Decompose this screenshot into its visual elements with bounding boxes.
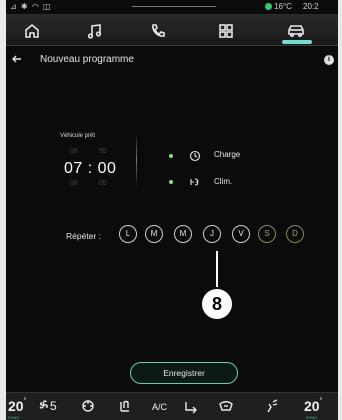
outside-temperature: 16°C: [274, 2, 292, 11]
selected-time[interactable]: 07 : 00: [64, 160, 116, 178]
defrost-icon[interactable]: [117, 398, 133, 416]
status-bar: ⊿ ✱ ◠ ◫ 16°C 20:2: [6, 0, 338, 14]
minute-above[interactable]: 55: [99, 148, 107, 155]
airflow-icon[interactable]: [264, 398, 280, 416]
ac-button[interactable]: A/C: [152, 402, 167, 420]
recirculation-icon[interactable]: [183, 398, 199, 416]
active-tab-indicator: [282, 40, 312, 44]
left-sync-label: SYNC: [8, 415, 20, 420]
fan-speed[interactable]: 5: [38, 399, 57, 417]
callout-line: [216, 251, 218, 287]
day-sunday[interactable]: D: [286, 225, 304, 243]
screen: ⊿ ✱ ◠ ◫ 16°C 20:2 Nouveau programme i Vé…: [6, 0, 338, 420]
apps-icon[interactable]: [206, 20, 246, 42]
signal-icons: ⊿ ✱ ◠ ◫: [10, 2, 52, 11]
windshield-icon[interactable]: [218, 398, 234, 416]
page-title: Nouveau programme: [40, 54, 134, 65]
seat-heat-icon[interactable]: [80, 398, 96, 416]
vehicle-ready-label: Véhicule prêt: [60, 133, 96, 139]
left-temp-value: 20: [8, 398, 24, 414]
phone-icon[interactable]: [138, 20, 178, 42]
climate-active-dot: [169, 180, 173, 184]
charge-active-dot: [169, 154, 173, 158]
back-arrow-icon[interactable]: [10, 52, 24, 66]
home-icon[interactable]: [12, 20, 52, 42]
vertical-divider: [136, 132, 137, 188]
clock-time: 20:2: [303, 2, 319, 11]
fan-level: 5: [50, 399, 57, 413]
right-sync-label: SYNC: [306, 415, 318, 420]
climate-option-label[interactable]: Clim.: [214, 177, 232, 186]
day-tuesday[interactable]: M: [145, 225, 163, 243]
top-navigation: [6, 14, 338, 46]
hour-below[interactable]: 08: [70, 180, 78, 187]
climate-icon: [189, 175, 201, 187]
right-temp-unit: °: [319, 398, 322, 404]
day-saturday[interactable]: S: [258, 225, 276, 243]
vehicle-icon[interactable]: [276, 20, 316, 42]
fan-icon: [39, 400, 48, 409]
day-monday[interactable]: L: [119, 225, 137, 243]
bottom-bar: 20° SYNC 5 A/C 20° SYNC: [6, 392, 338, 420]
info-icon[interactable]: i: [324, 55, 334, 65]
callout-number: 8: [202, 289, 232, 319]
clock-icon: [189, 149, 201, 162]
status-divider: [132, 6, 216, 7]
charge-option-label[interactable]: Charge: [214, 150, 240, 159]
left-temperature[interactable]: 20°: [8, 398, 26, 416]
right-temp-value: 20: [304, 398, 320, 414]
page-header: Nouveau programme i: [6, 50, 338, 70]
music-icon[interactable]: [75, 20, 115, 42]
left-temp-unit: °: [23, 398, 26, 404]
repeat-label: Répéter :: [66, 231, 101, 241]
hour-above[interactable]: 06: [70, 148, 78, 155]
right-temperature[interactable]: 20°: [304, 398, 322, 416]
minute-below[interactable]: 05: [99, 180, 107, 187]
day-thursday[interactable]: J: [203, 225, 221, 243]
save-button[interactable]: Enregistrer: [130, 362, 238, 384]
status-dot-icon: [265, 3, 272, 10]
day-wednesday[interactable]: M: [174, 225, 192, 243]
day-friday[interactable]: V: [232, 225, 250, 243]
